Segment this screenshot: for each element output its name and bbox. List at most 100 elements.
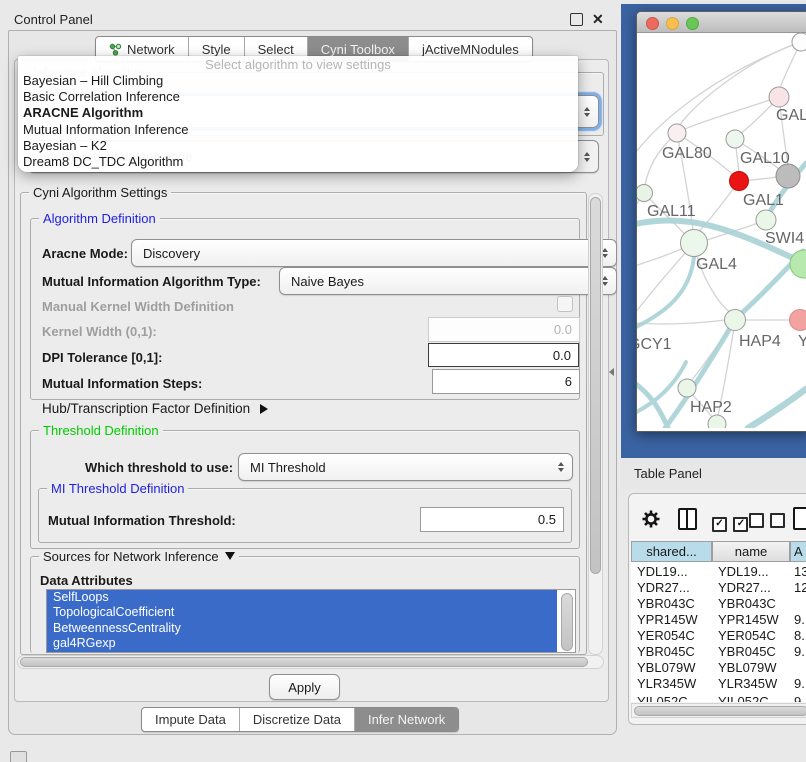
table-cell[interactable]: YBL079W bbox=[637, 660, 696, 675]
table-cell[interactable]: YER054C bbox=[637, 628, 695, 643]
table-cell[interactable]: YIL052C bbox=[718, 694, 769, 702]
list-item[interactable]: BetweennessCentrality bbox=[47, 621, 557, 636]
unchecked-box-icon bbox=[749, 513, 764, 528]
sources-toggle[interactable]: Sources for Network Inference bbox=[39, 549, 239, 564]
table-cell[interactable]: YLR345W bbox=[637, 676, 696, 691]
float-panel-icon[interactable] bbox=[570, 13, 583, 26]
settings-hscrollbar-thumb[interactable] bbox=[20, 657, 588, 667]
dropdown-item[interactable]: Dream8 DC_TDC Algorithm bbox=[18, 154, 578, 170]
settings-vscrollbar-thumb[interactable] bbox=[590, 197, 601, 574]
splitter-collapse-arrow[interactable] bbox=[609, 368, 614, 376]
dropdown-item[interactable]: Basic Correlation Inference bbox=[18, 89, 578, 105]
network-labels: GAL80 GAL10 GAL1 GAL11 SWI4 GAL4 GAL GCY… bbox=[637, 107, 806, 416]
mi-threshold-field[interactable]: 0.5 bbox=[420, 507, 564, 532]
table-cell[interactable]: YBR043C bbox=[637, 596, 695, 611]
show-columns-icon[interactable]: ✓ ✓ bbox=[712, 513, 748, 532]
collapsed-arrow-icon bbox=[260, 404, 268, 414]
table-cell[interactable]: 12 bbox=[794, 580, 806, 595]
tab-infer-network[interactable]: Infer Network bbox=[354, 708, 458, 731]
table-cell[interactable]: YDR27... bbox=[718, 580, 771, 595]
network-node[interactable] bbox=[790, 310, 806, 331]
minimize-window-icon[interactable] bbox=[666, 17, 679, 30]
close-window-icon[interactable] bbox=[646, 17, 659, 30]
mi-steps-field[interactable]: 6 bbox=[432, 369, 580, 394]
export-table-icon[interactable] bbox=[793, 507, 806, 530]
table-cell[interactable]: YIL052C bbox=[637, 694, 688, 702]
mi-threshold-label: Mutual Information Threshold: bbox=[48, 513, 236, 528]
column-layout-icon[interactable] bbox=[678, 508, 697, 530]
network-node[interactable] bbox=[790, 250, 806, 278]
tab-discretize-data[interactable]: Discretize Data bbox=[239, 708, 354, 731]
node-label: GAL4 bbox=[696, 256, 737, 273]
table-cell[interactable]: YBR045C bbox=[718, 644, 776, 659]
list-item[interactable]: TopologicalCoefficient bbox=[47, 605, 557, 620]
dropdown-item[interactable]: Bayesian – K2 bbox=[18, 138, 578, 154]
list-scrollbar[interactable] bbox=[561, 593, 573, 651]
table-cell[interactable]: YPR145W bbox=[718, 612, 779, 627]
mi-steps-label: Mutual Information Steps: bbox=[42, 376, 202, 391]
list-item[interactable]: gal4RGexp bbox=[47, 636, 557, 651]
table-cell[interactable]: 9. bbox=[794, 644, 805, 659]
mi-algorithm-type-value: Naive Bayes bbox=[291, 274, 364, 289]
table-cell[interactable]: YLR345W bbox=[718, 676, 777, 691]
network-node-gal80[interactable] bbox=[668, 124, 686, 142]
table-cell[interactable]: YBR045C bbox=[637, 644, 695, 659]
network-node-gal4[interactable] bbox=[681, 230, 708, 257]
network-node-hap4[interactable] bbox=[725, 310, 746, 331]
dpi-tolerance-field[interactable]: 0.0 bbox=[428, 343, 579, 367]
network-node[interactable] bbox=[792, 33, 806, 51]
network-node[interactable] bbox=[769, 87, 789, 107]
sources-title: Sources for Network Inference bbox=[43, 549, 219, 564]
table-cell[interactable]: YPR145W bbox=[637, 612, 698, 627]
which-threshold-combo[interactable]: MI Threshold bbox=[238, 453, 573, 481]
manual-kernel-width-checkbox[interactable] bbox=[557, 296, 573, 312]
aracne-mode-label: Aracne Mode: bbox=[42, 246, 128, 261]
kernel-width-field[interactable]: 0.0 bbox=[428, 317, 580, 342]
threshold-definition-title: Threshold Definition bbox=[39, 423, 163, 438]
node-table[interactable]: YDL19... YDL19... 13 YDR27... YDR27... 1… bbox=[631, 562, 806, 702]
table-cell[interactable]: 9. bbox=[794, 612, 805, 627]
hide-columns-icon[interactable] bbox=[749, 513, 785, 533]
tab-impute-data[interactable]: Impute Data bbox=[142, 708, 239, 731]
mi-algorithm-type-combo[interactable]: Naive Bayes bbox=[279, 267, 617, 295]
network-node-hap2[interactable] bbox=[678, 379, 696, 397]
table-cell[interactable]: 9. bbox=[794, 694, 805, 702]
network-window-titlebar[interactable] bbox=[637, 12, 806, 33]
table-cell[interactable]: YDL19... bbox=[718, 564, 769, 579]
network-node-gal11[interactable] bbox=[637, 185, 653, 202]
zoom-window-icon[interactable] bbox=[686, 17, 699, 30]
dropdown-item-aracne[interactable]: ARACNE Algorithm bbox=[18, 105, 578, 121]
hub-definition-toggle[interactable]: Hub/Transcription Factor Definition bbox=[42, 401, 268, 416]
table-cell[interactable]: YDL19... bbox=[637, 564, 688, 579]
network-node-swi4[interactable] bbox=[756, 210, 776, 230]
close-panel-icon[interactable]: ✕ bbox=[592, 13, 604, 25]
column-header-partial[interactable]: A bbox=[790, 541, 806, 562]
minimized-panel-icon[interactable] bbox=[10, 751, 27, 762]
settings-hscrollbar[interactable] bbox=[17, 655, 604, 669]
settings-vscrollbar[interactable] bbox=[588, 193, 603, 655]
table-hscrollbar[interactable] bbox=[631, 703, 806, 718]
table-cell[interactable]: YDR27... bbox=[637, 580, 690, 595]
table-cell[interactable]: YBL079W bbox=[718, 660, 777, 675]
gear-icon[interactable] bbox=[641, 509, 661, 529]
aracne-mode-combo[interactable]: Discovery bbox=[131, 239, 617, 267]
network-node-gal10[interactable] bbox=[726, 130, 744, 148]
network-node[interactable] bbox=[776, 164, 800, 188]
table-cell[interactable]: 9. bbox=[794, 676, 805, 691]
network-node[interactable] bbox=[708, 415, 726, 428]
data-attributes-label: Data Attributes bbox=[40, 573, 133, 588]
mi-threshold-group-title: MI Threshold Definition bbox=[47, 481, 188, 496]
table-cell[interactable]: YBR043C bbox=[718, 596, 776, 611]
dropdown-item[interactable]: Bayesian – Hill Climbing bbox=[18, 73, 578, 89]
table-cell[interactable]: 13 bbox=[794, 564, 806, 579]
table-cell[interactable]: 8. bbox=[794, 628, 805, 643]
network-node-gal1[interactable] bbox=[730, 172, 749, 191]
column-header-name[interactable]: name bbox=[712, 541, 790, 562]
list-item[interactable]: SelfLoops bbox=[47, 590, 557, 605]
column-header-shared-name[interactable]: shared... bbox=[631, 541, 712, 562]
network-canvas[interactable]: GAL80 GAL10 GAL1 GAL11 SWI4 GAL4 GAL GCY… bbox=[637, 31, 806, 428]
dropdown-item[interactable]: Mutual Information Inference bbox=[18, 122, 578, 138]
table-cell[interactable]: YER054C bbox=[718, 628, 776, 643]
table-hscrollbar-thumb[interactable] bbox=[634, 706, 806, 716]
apply-button[interactable]: Apply bbox=[269, 674, 340, 700]
